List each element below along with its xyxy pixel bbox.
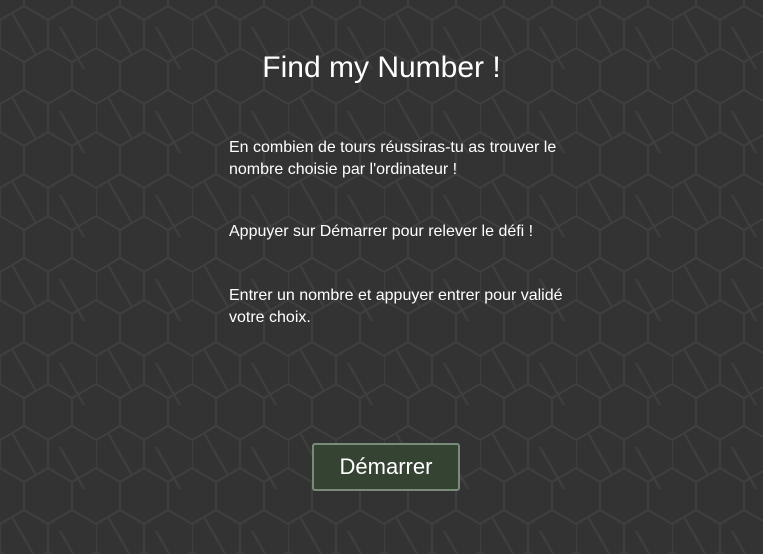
page-title: Find my Number ! bbox=[262, 51, 501, 84]
instruction-enter: Entrer un nombre et appuyer entrer pour … bbox=[229, 287, 563, 326]
main-content: Find my Number ! En combien de tours réu… bbox=[0, 0, 763, 554]
instruction-rounds: En combien de tours réussiras-tu as trou… bbox=[229, 139, 557, 178]
start-button[interactable]: Démarrer bbox=[312, 443, 460, 491]
instruction-start: Appuyer sur Démarrer pour relever le déf… bbox=[229, 223, 534, 240]
